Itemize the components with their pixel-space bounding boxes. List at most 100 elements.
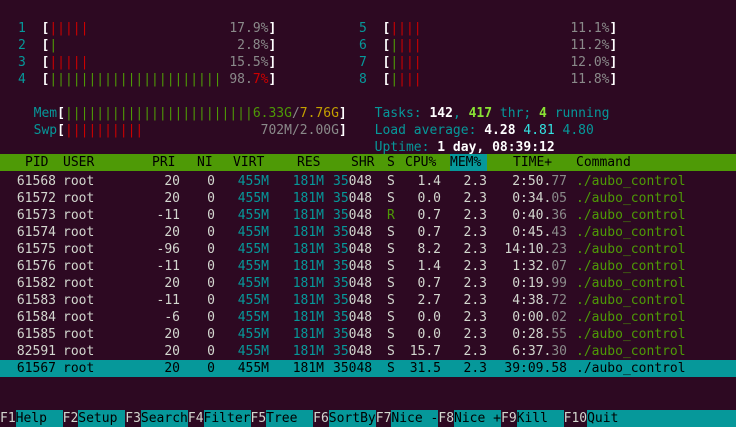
process-time: 14:10.23 [504,242,567,257]
process-command: ./aubo_control [576,208,686,223]
col-time[interactable]: TIME+ [513,154,552,171]
fkey-f1-label[interactable]: Help [15,410,63,427]
process-user: root [63,310,95,325]
col-shr[interactable]: SHR [351,154,374,171]
cpu-meter-4: 4 [|||||||||||||||||||||| 98.7%] [18,72,277,87]
process-shr: 35048 [333,191,373,206]
process-cpu: 1.4 [417,259,441,274]
process-command: ./aubo_control [576,242,686,257]
process-virt: 455M [237,259,269,274]
process-time: 0:28.55 [512,327,567,342]
process-priority: 20 [164,174,180,189]
col-mem-sorted[interactable]: MEM% [450,154,487,171]
col-state[interactable]: S [387,154,395,171]
fkey-f8[interactable]: F8 [438,410,454,427]
process-state: S [387,293,395,308]
process-virt: 455M [237,361,269,376]
process-priority: -96 [156,242,180,257]
process-pid: 61573 [16,208,56,223]
fkey-f9[interactable]: F9 [501,410,517,427]
process-command: ./aubo_control [576,344,686,359]
process-row[interactable]: 61583 root -11 0 455M 181M 35048 S 2.7 2.3 4:38.72… [0,292,736,309]
fkey-f6[interactable]: F6 [313,410,329,427]
function-key-bar: F1 Help F2 Setup F3 Search F4 Filter F5 Tree F6… [0,410,736,427]
process-virt: 455M [237,191,269,206]
cpu-meter-7: 7 [|||| 12.0%] [359,55,618,70]
fkey-f10[interactable]: F10 [564,410,587,427]
process-row[interactable]: 61573 root -11 0 455M 181M 35048 R 0.7 2.3 0:40.36… [0,207,736,224]
process-pid: 61576 [16,259,56,274]
footer-fill [618,410,736,427]
process-row[interactable]: 61574 root 20 0 455M 181M 35048 S 0.7 2.3 0:45.43.… [0,224,736,241]
col-user[interactable]: USER [63,154,94,171]
swap-meter: Swp[|||||||||| 702M/2.00G] [33,123,347,138]
col-pri[interactable]: PRI [152,154,175,171]
process-virt: 455M [237,208,269,223]
process-time: 6:37.30 [512,344,567,359]
process-pid: 61574 [16,225,56,240]
process-res: 181M [292,174,324,189]
process-row[interactable]: 82591 root 20 0 455M 181M 35048 S 15.7 2.3 6:37.30… [0,343,736,360]
process-row[interactable]: 61576 root -11 0 455M 181M 35048 S 1.4 2.3 1:32.07… [0,258,736,275]
fkey-f10-label[interactable]: Quit [587,410,619,427]
process-row[interactable]: 61575 root -96 0 455M 181M 35048 S 8.2 2.3 14:10.2… [0,241,736,258]
process-row[interactable]: 61572 root 20 0 455M 181M 35048 S 0.0 2.3 0:34.05.… [0,190,736,207]
process-row[interactable]: 61584 root -6 0 455M 181M 35048 S 0.0 2.3 0:00.02.… [0,309,736,326]
process-pid: 61584 [16,310,56,325]
fkey-f5-label[interactable]: Tree [266,410,314,427]
process-user: root [63,259,95,274]
process-pid: 61567 [16,361,56,376]
process-row[interactable]: 61567 root 20 0 455M 181M 35048 S 31.5 2.3 39:09.5… [0,360,736,377]
process-cpu: 1.4 [417,174,441,189]
process-time: 0:00.02 [512,310,567,325]
process-priority: 20 [164,191,180,206]
fkey-f4-label[interactable]: Filter [203,410,251,427]
fkey-f7-label[interactable]: Nice - [391,410,439,427]
fkey-f3[interactable]: F3 [125,410,141,427]
process-row[interactable]: 61582 root 20 0 455M 181M 35048 S 0.7 2.3 0:19.99.… [0,275,736,292]
process-mem: 2.3 [463,208,487,223]
process-user: root [63,174,95,189]
process-shr: 35048 [333,276,373,291]
fkey-f1[interactable]: F1 [0,410,16,427]
process-virt: 455M [237,225,269,240]
col-cpu[interactable]: CPU% [405,154,436,171]
fkey-f9-label[interactable]: Kill [516,410,564,427]
fkey-f7[interactable]: F7 [376,410,392,427]
uptime-value: 1 day, 08:39:12 [437,140,555,155]
col-res[interactable]: RES [297,154,320,171]
col-ni[interactable]: NI [197,154,213,171]
col-command[interactable]: Command [576,154,631,171]
cpu-meter-2: 2 [| 2.8%] [18,38,277,53]
fkey-f4[interactable]: F4 [188,410,204,427]
process-mem: 2.3 [463,191,487,206]
process-virt: 455M [237,327,269,342]
process-command: ./aubo_control [576,259,686,274]
process-shr: 35048 [333,242,373,257]
fkey-f2-label[interactable]: Setup [78,410,126,427]
cpu-4-label: 4 [18,72,26,87]
process-res: 181M [292,327,324,342]
process-shr: 35048 [333,174,373,189]
cpu-7-percent: 12.0% [570,55,610,70]
process-pid: 61583 [16,293,56,308]
process-table-header: PID USER PRI NI VIRT RES SHR S CPU% MEM%… [0,154,736,171]
process-nice: 0 [207,208,215,223]
fkey-f3-label[interactable]: Search [140,410,188,427]
process-priority: -11 [156,259,180,274]
process-row[interactable]: 61568 root 20 0 455M 181M 35048 S 1.4 2.3 2:50.77.… [0,173,736,190]
process-user: root [63,191,95,206]
col-virt[interactable]: VIRT [233,154,264,171]
cpu-2-label: 2 [18,38,26,53]
fkey-f6-label[interactable]: SortBy [328,410,376,427]
cpu-3-label: 3 [18,55,26,70]
process-virt: 455M [237,310,269,325]
fkey-f2[interactable]: F2 [63,410,79,427]
cpu-2-percent: 2.8% [237,38,269,53]
process-row[interactable]: 61585 root 20 0 455M 181M 35048 S 0.0 2.3 0:28.55.… [0,326,736,343]
col-pid[interactable]: PID [25,154,48,171]
process-res: 181M [292,242,324,257]
fkey-f5[interactable]: F5 [251,410,267,427]
fkey-f8-label[interactable]: Nice + [454,410,501,427]
process-shr: 35048 [333,344,373,359]
